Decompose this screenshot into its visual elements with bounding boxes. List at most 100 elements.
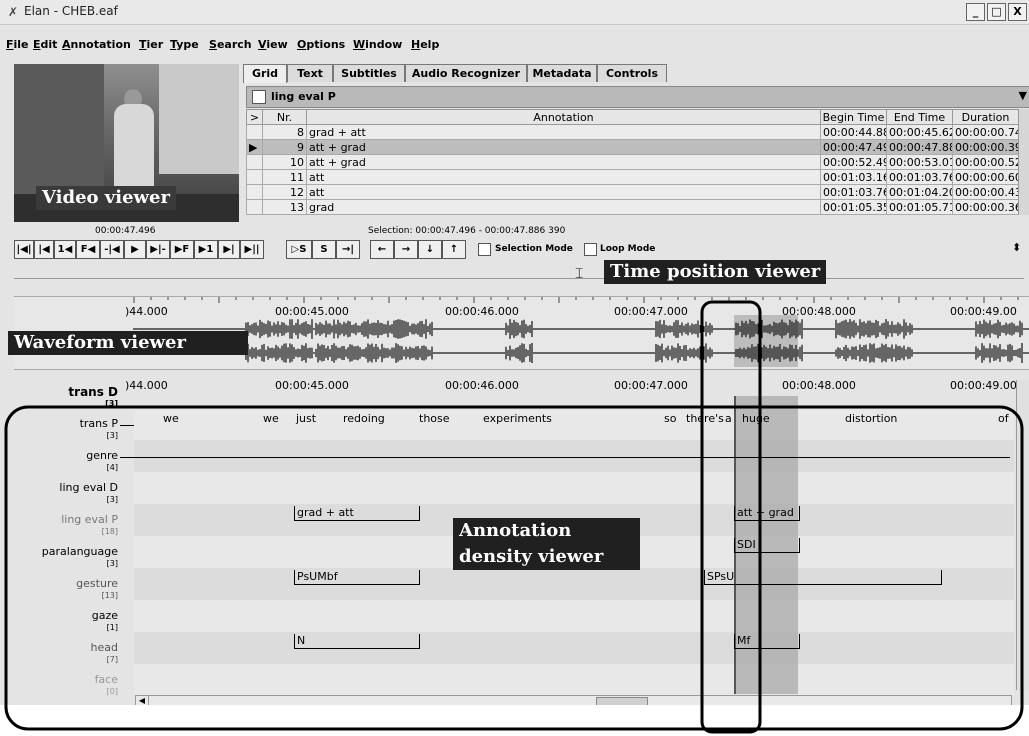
- timeline-horizontal-scrollbar[interactable]: ◀: [135, 695, 1012, 705]
- word-annotation[interactable]: so: [664, 412, 676, 425]
- back-pixel-button[interactable]: 1◀: [54, 240, 76, 259]
- menu-help[interactable]: Help: [411, 38, 439, 51]
- word-annotation[interactable]: huge: [742, 412, 770, 425]
- menu-annotation[interactable]: Annotation: [62, 38, 131, 51]
- annotation-segment[interactable]: SDI: [734, 538, 800, 553]
- tier-label[interactable]: ling eval D [3]: [0, 482, 118, 506]
- grid-header-annotation[interactable]: Annotation: [306, 109, 821, 125]
- table-row[interactable]: 11 att 00:01:03.162 00:01:03.762 00:00:0…: [246, 169, 1019, 185]
- tab-metadata[interactable]: Metadata: [527, 64, 597, 82]
- time-position-cursor-icon[interactable]: ⌶: [575, 266, 583, 282]
- menu-tier[interactable]: Tier: [139, 38, 163, 51]
- menu-view[interactable]: View: [258, 38, 288, 51]
- tier-label[interactable]: face [0]: [0, 674, 118, 698]
- word-annotation[interactable]: a: [725, 412, 732, 425]
- word-annotation[interactable]: we: [263, 412, 279, 425]
- previous-frame-button[interactable]: |◀: [34, 240, 54, 259]
- tab-text[interactable]: Text: [287, 64, 333, 82]
- table-row[interactable]: 12 att 00:01:03.762 00:01:04.200 00:00:0…: [246, 184, 1019, 200]
- selection-label: Selection: 00:00:47.496 - 00:00:47.886 3…: [368, 226, 566, 236]
- tier-checkbox[interactable]: [252, 90, 266, 104]
- annotation-segment[interactable]: PsUMbf: [294, 570, 420, 585]
- menu-edit[interactable]: Edit: [33, 38, 57, 51]
- resize-arrows-icon[interactable]: ⬍: [1012, 241, 1021, 254]
- previous-annotation-button[interactable]: ←: [370, 240, 394, 259]
- tier-label[interactable]: paralanguage [3]: [0, 546, 118, 570]
- word-annotation[interactable]: those: [419, 412, 450, 425]
- tab-grid[interactable]: Grid: [243, 64, 287, 83]
- forward-pixel-button[interactable]: ▶1: [194, 240, 218, 259]
- grid-header-duration[interactable]: Duration: [952, 109, 1019, 125]
- word-annotation[interactable]: there's: [686, 412, 724, 425]
- menu-file[interactable]: File: [6, 38, 29, 51]
- tier-label[interactable]: genre [4]: [0, 450, 118, 474]
- selection-mode-checkbox[interactable]: [478, 243, 491, 256]
- tier-label[interactable]: gesture [13]: [0, 578, 118, 602]
- grid-scrollbar[interactable]: [1018, 109, 1029, 215]
- timeline-ruler-label: 00:00:49.00: [950, 379, 1017, 392]
- go-to-begin-button[interactable]: |◀|: [14, 240, 34, 259]
- dropdown-arrow-icon[interactable]: ▼: [1019, 89, 1027, 102]
- tier-label[interactable]: trans P [3]: [0, 418, 118, 442]
- time-position-viewer-caption: Time position viewer: [604, 260, 827, 284]
- grid-header-nr[interactable]: Nr.: [262, 109, 307, 125]
- annotation-segment[interactable]: att + grad: [734, 506, 800, 521]
- go-to-selection-button[interactable]: →|: [336, 240, 360, 259]
- scroll-thumb[interactable]: [596, 697, 648, 705]
- title-bar: ✗ Elan - CHEB.eaf _ □ X: [0, 0, 1029, 25]
- previous-second-button[interactable]: -|◀: [100, 240, 124, 259]
- annotation-below-button[interactable]: ↓: [418, 240, 442, 259]
- timeline-ruler-label: )44.000: [125, 379, 168, 392]
- menu-options[interactable]: Options: [297, 38, 345, 51]
- tier-selector[interactable]: ling eval P ▼: [246, 86, 1029, 108]
- tab-subtitles[interactable]: Subtitles: [333, 64, 405, 82]
- tier-label[interactable]: ling eval P [18]: [0, 514, 118, 538]
- tier-label[interactable]: trans D [3]: [0, 386, 118, 410]
- table-row[interactable]: 8 grad + att 00:00:44.880 00:00:45.624 0…: [246, 124, 1019, 140]
- minimize-button[interactable]: _: [966, 3, 985, 21]
- annotation-above-button[interactable]: ↑: [442, 240, 466, 259]
- forward-frame-button[interactable]: ▶F: [170, 240, 194, 259]
- grid-header-end[interactable]: End Time: [886, 109, 953, 125]
- tier-label[interactable]: head [7]: [0, 642, 118, 666]
- table-row[interactable]: 10 att + grad 00:00:52.494 00:00:53.016 …: [246, 154, 1019, 170]
- annotation-segment[interactable]: grad + att: [294, 506, 420, 521]
- tab-controls[interactable]: Controls: [597, 64, 667, 82]
- tier-row-face[interactable]: [134, 664, 1014, 696]
- word-annotation[interactable]: experiments: [483, 412, 552, 425]
- go-to-end-button[interactable]: ▶||: [240, 240, 264, 259]
- menu-type[interactable]: Type: [170, 38, 199, 51]
- menu-search[interactable]: Search: [209, 38, 252, 51]
- next-annotation-button[interactable]: →: [394, 240, 418, 259]
- next-frame-button[interactable]: ▶|: [218, 240, 240, 259]
- table-row[interactable]: 13 grad 00:01:05.352 00:01:05.712 00:00:…: [246, 199, 1019, 215]
- word-annotation[interactable]: redoing: [343, 412, 385, 425]
- scroll-left-icon[interactable]: ◀: [136, 696, 149, 705]
- tier-row-gaze[interactable]: [134, 600, 1014, 632]
- grid-header-begin[interactable]: Begin Time: [820, 109, 887, 125]
- play-selection-button[interactable]: ▷S: [286, 240, 312, 259]
- tier-label[interactable]: gaze [1]: [0, 610, 118, 634]
- tier-row-head[interactable]: [134, 632, 1014, 664]
- tab-audio-recognizer[interactable]: Audio Recognizer: [405, 64, 527, 82]
- clear-selection-button[interactable]: S: [312, 240, 336, 259]
- tier-row-ling-eval-D[interactable]: [134, 472, 1014, 504]
- loop-mode-checkbox[interactable]: [584, 243, 597, 256]
- annotation-segment[interactable]: Mf: [734, 634, 800, 649]
- maximize-button[interactable]: □: [987, 3, 1006, 21]
- word-annotation[interactable]: just: [296, 412, 316, 425]
- annotation-segment[interactable]: SPsU: [704, 570, 942, 585]
- back-frame-button[interactable]: F◀: [76, 240, 100, 259]
- tier-row-genre[interactable]: [134, 440, 1014, 472]
- word-annotation[interactable]: we: [163, 412, 179, 425]
- menu-window[interactable]: Window: [353, 38, 402, 51]
- word-annotation[interactable]: of: [998, 412, 1009, 425]
- next-second-button[interactable]: ▶|-: [146, 240, 170, 259]
- time-position-slider[interactable]: [14, 278, 1024, 289]
- table-row[interactable]: ▶ 9 att + grad 00:00:47.496 00:00:47.886…: [246, 139, 1019, 155]
- close-button[interactable]: X: [1008, 3, 1027, 21]
- play-button[interactable]: ▶: [124, 240, 146, 259]
- word-annotation[interactable]: distortion: [845, 412, 897, 425]
- timeline-vertical-scrollbar[interactable]: [1016, 380, 1029, 690]
- annotation-segment[interactable]: N: [294, 634, 420, 649]
